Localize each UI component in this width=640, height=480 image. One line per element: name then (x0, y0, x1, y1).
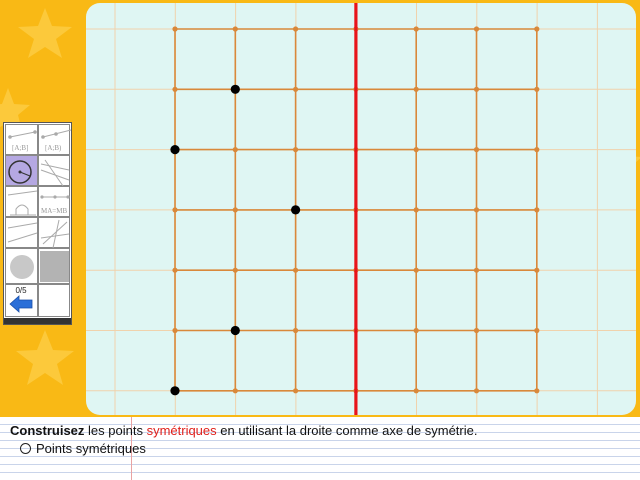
given-point[interactable] (230, 84, 240, 94)
empty-tool[interactable] (38, 284, 70, 317)
grid-node (473, 267, 480, 273)
star-decoration (16, 330, 74, 385)
ray-tool-label: [A;B) (45, 144, 62, 152)
grid-node (293, 147, 299, 153)
disc-tool[interactable] (5, 248, 38, 284)
undo-tool[interactable]: 0/5 (5, 284, 38, 317)
segment-tool[interactable]: [A;B] (5, 124, 38, 155)
toolbox-footer (4, 318, 71, 324)
grid-node (473, 86, 480, 92)
grid-node (534, 327, 540, 334)
equal-distance-tool[interactable]: MA=MB (38, 186, 70, 217)
grid-node (413, 147, 419, 153)
grid-node (172, 267, 178, 273)
perpendicular-tool[interactable] (38, 217, 70, 249)
grid-node (232, 26, 238, 32)
grid-node (413, 207, 419, 213)
grid-node (293, 327, 299, 334)
grid-node (413, 327, 419, 334)
grid-node (172, 86, 178, 92)
grid-node (293, 388, 299, 394)
instructions-panel: Construisez les points symétriques en ut… (0, 417, 640, 480)
grid-node (534, 147, 540, 153)
star-decoration (18, 8, 72, 58)
instruction-part1: les points (84, 423, 147, 438)
instruction-highlight: symétriques (146, 423, 217, 438)
grid-node (534, 388, 540, 394)
toolbox: [A;B] [A;B) MA=MB 0/5 (3, 122, 72, 325)
option-label: Points symétriques (36, 441, 146, 456)
grid-node (293, 267, 299, 273)
given-point[interactable] (170, 145, 180, 155)
radio-icon[interactable] (20, 443, 31, 454)
lines-tool[interactable] (38, 155, 70, 187)
protractor-tool[interactable] (5, 186, 38, 217)
grid-node (172, 327, 178, 334)
instruction-part2: en utilisant la droite comme axe de symé… (216, 423, 478, 438)
instruction-verb: Construisez (10, 423, 85, 438)
grid-node (534, 207, 540, 213)
grid-node (413, 267, 419, 273)
given-point[interactable] (291, 205, 301, 215)
grid-node (293, 26, 299, 32)
grid-node (413, 388, 419, 394)
grid-node (172, 207, 178, 213)
ray-tool[interactable]: [A;B) (38, 124, 71, 155)
segment-tool-label: [A;B] (12, 144, 29, 152)
given-point[interactable] (170, 386, 180, 396)
grid-node (534, 267, 540, 273)
grid-node (473, 207, 480, 213)
grid-node (232, 267, 238, 273)
given-point[interactable] (230, 325, 240, 336)
grid-node (473, 147, 480, 153)
grid-node (232, 388, 238, 394)
grid-canvas[interactable] (86, 3, 636, 415)
fill-square-icon (40, 251, 69, 282)
instruction-text: Construisez les points symétriques en ut… (10, 423, 477, 438)
symmetric-points-option[interactable]: Points symétriques (20, 441, 146, 456)
grid-node (534, 86, 540, 92)
grid-node (473, 388, 480, 394)
grid-node (293, 86, 299, 92)
grid-node (232, 207, 238, 213)
grid-node (473, 327, 480, 334)
grid-node (413, 26, 419, 32)
disc-icon (10, 255, 34, 279)
fill-tool[interactable] (38, 248, 70, 284)
grid-node (413, 86, 419, 92)
grid-node (473, 26, 480, 32)
grid-node (534, 26, 540, 32)
drawing-canvas[interactable] (86, 3, 636, 415)
parallel-tool[interactable] (5, 217, 38, 248)
equal-distance-label: MA=MB (41, 207, 68, 215)
compass-tool[interactable] (5, 155, 38, 186)
grid-node (172, 26, 178, 32)
back-arrow-icon (9, 295, 33, 313)
grid-node (232, 147, 238, 153)
